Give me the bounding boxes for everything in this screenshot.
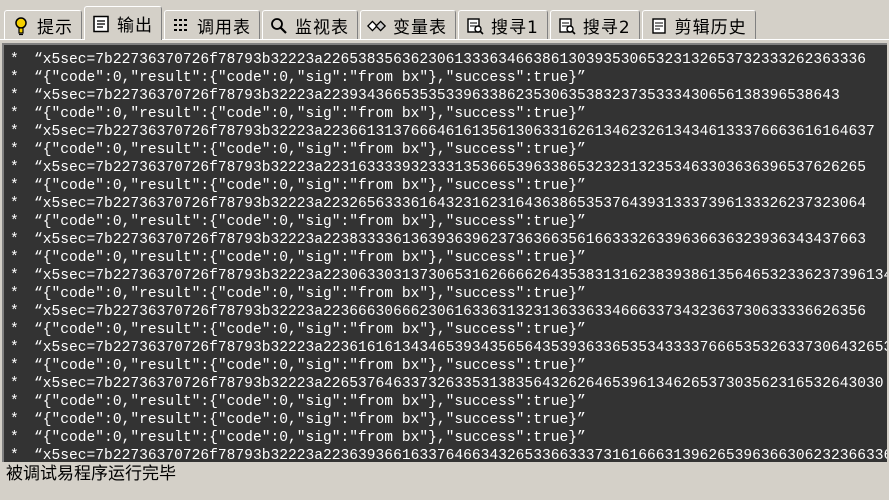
line-text: “{"code":0,"result":{"code":0,"sig":"fro… bbox=[34, 70, 586, 86]
tab-label: 搜寻2 bbox=[582, 18, 631, 38]
line-bullet: * bbox=[10, 448, 19, 462]
line-text: “x5sec=7b22736370726f78793b32223a2239343… bbox=[34, 88, 840, 104]
output-line: * “x5sec=7b22736370726f78793b32223a223616… bbox=[10, 339, 887, 357]
line-bullet: * bbox=[10, 52, 19, 68]
line-bullet: * bbox=[10, 412, 19, 428]
output-line: * “{"code":0,"result":{"code":0,"sig":"fr… bbox=[10, 105, 887, 123]
tab-bar: 提示 输出 调用表 监视表 变量表 搜寻1 搜寻2 剪辑历史 bbox=[0, 0, 889, 40]
variables-icon bbox=[367, 16, 387, 36]
line-text: “x5sec=7b22736370726f78793b32223a2230633… bbox=[34, 268, 887, 284]
tab-search1[interactable]: 搜寻1 bbox=[458, 10, 548, 40]
tab-label: 调用表 bbox=[197, 18, 251, 38]
tab-clipboard-history[interactable]: 剪辑历史 bbox=[641, 10, 756, 40]
output-line: * “x5sec=7b22736370726f78793b32223a223063… bbox=[10, 267, 887, 285]
output-line: * “x5sec=7b22736370726f78793b32223a226537… bbox=[10, 375, 887, 393]
line-bullet: * bbox=[10, 88, 19, 104]
status-text: 被调试易程序运行完毕 bbox=[6, 464, 176, 484]
call-table-icon bbox=[171, 16, 191, 36]
line-text: “x5sec=7b22736370726f78793b32223a2238333… bbox=[34, 232, 866, 248]
line-bullet: * bbox=[10, 322, 19, 338]
tab-label: 输出 bbox=[117, 16, 153, 36]
line-text: “x5sec=7b22736370726f78793b32223a2236161… bbox=[34, 340, 887, 356]
output-log: * “x5sec=7b22736370726f78793b32223a226538… bbox=[10, 51, 887, 462]
line-text: “{"code":0,"result":{"code":0,"sig":"fro… bbox=[34, 430, 586, 446]
line-bullet: * bbox=[10, 142, 19, 158]
output-line: * “x5sec=7b22736370726f78793b32223a223934… bbox=[10, 87, 887, 105]
tab-label: 监视表 bbox=[295, 18, 349, 38]
line-text: “x5sec=7b22736370726f78793b32223a2265376… bbox=[34, 376, 884, 392]
tab-label: 剪辑历史 bbox=[674, 18, 747, 38]
output-line: * “{"code":0,"result":{"code":0,"sig":"fr… bbox=[10, 177, 887, 195]
tab-search2[interactable]: 搜寻2 bbox=[549, 10, 640, 40]
output-line: * “{"code":0,"result":{"code":0,"sig":"fr… bbox=[10, 213, 887, 231]
output-line: * “{"code":0,"result":{"code":0,"sig":"fr… bbox=[10, 285, 887, 303]
output-line: * “{"code":0,"result":{"code":0,"sig":"fr… bbox=[10, 393, 887, 411]
line-text: “x5sec=7b22736370726f78793b32223a2265383… bbox=[34, 52, 866, 68]
output-line: * “{"code":0,"result":{"code":0,"sig":"fr… bbox=[10, 429, 887, 447]
search2-icon bbox=[557, 16, 577, 36]
line-bullet: * bbox=[10, 304, 19, 320]
line-bullet: * bbox=[10, 250, 19, 266]
output-line: * “{"code":0,"result":{"code":0,"sig":"fr… bbox=[10, 321, 887, 339]
line-bullet: * bbox=[10, 160, 19, 176]
line-bullet: * bbox=[10, 286, 19, 302]
output-line: * “x5sec=7b22736370726f78793b32223a223833… bbox=[10, 231, 887, 249]
hint-icon bbox=[11, 16, 31, 36]
line-bullet: * bbox=[10, 178, 19, 194]
line-bullet: * bbox=[10, 340, 19, 356]
output-line: * “x5sec=7b22736370726f78793b32223a223666… bbox=[10, 303, 887, 321]
line-text: “x5sec=7b22736370726f78793b32223a2231633… bbox=[34, 160, 866, 176]
line-bullet: * bbox=[10, 70, 19, 86]
tab-call-table[interactable]: 调用表 bbox=[164, 10, 260, 40]
line-text: “{"code":0,"result":{"code":0,"sig":"fro… bbox=[34, 412, 586, 428]
watch-icon bbox=[269, 16, 289, 36]
output-line: * “x5sec=7b22736370726f78793b32223a223661… bbox=[10, 123, 887, 141]
clipboard-history-icon bbox=[649, 16, 669, 36]
line-bullet: * bbox=[10, 196, 19, 212]
line-text: “{"code":0,"result":{"code":0,"sig":"fro… bbox=[34, 106, 586, 122]
line-text: “{"code":0,"result":{"code":0,"sig":"fro… bbox=[34, 286, 586, 302]
output-panel[interactable]: * “x5sec=7b22736370726f78793b32223a226538… bbox=[2, 43, 887, 462]
line-text: “{"code":0,"result":{"code":0,"sig":"fro… bbox=[34, 394, 586, 410]
line-text: “x5sec=7b22736370726f78793b32223a2236663… bbox=[34, 304, 866, 320]
line-bullet: * bbox=[10, 394, 19, 410]
line-bullet: * bbox=[10, 358, 19, 374]
line-text: “{"code":0,"result":{"code":0,"sig":"fro… bbox=[34, 142, 586, 158]
line-bullet: * bbox=[10, 376, 19, 392]
output-line: * “{"code":0,"result":{"code":0,"sig":"fr… bbox=[10, 141, 887, 159]
line-text: “x5sec=7b22736370726f78793b32223a2236393… bbox=[34, 448, 887, 462]
tab-label: 搜寻1 bbox=[491, 18, 539, 38]
tab-list: 提示 输出 调用表 监视表 变量表 搜寻1 搜寻2 剪辑历史 bbox=[4, 6, 758, 40]
output-line: * “x5sec=7b22736370726f78793b32223a223163… bbox=[10, 159, 887, 177]
line-text: “x5sec=7b22736370726f78793b32223a2236613… bbox=[34, 124, 875, 140]
line-text: “{"code":0,"result":{"code":0,"sig":"fro… bbox=[34, 178, 586, 194]
line-bullet: * bbox=[10, 124, 19, 140]
line-bullet: * bbox=[10, 214, 19, 230]
line-text: “{"code":0,"result":{"code":0,"sig":"fro… bbox=[34, 358, 586, 374]
line-bullet: * bbox=[10, 232, 19, 248]
tab-label: 提示 bbox=[37, 18, 73, 38]
output-line: * “x5sec=7b22736370726f78793b32223a226538… bbox=[10, 51, 887, 69]
output-line: * “{"code":0,"result":{"code":0,"sig":"fr… bbox=[10, 411, 887, 429]
line-bullet: * bbox=[10, 106, 19, 122]
output-icon bbox=[91, 14, 111, 34]
line-text: “x5sec=7b22736370726f78793b32223a2232656… bbox=[34, 196, 866, 212]
output-line: * “{"code":0,"result":{"code":0,"sig":"fr… bbox=[10, 249, 887, 267]
output-line: * “{"code":0,"result":{"code":0,"sig":"fr… bbox=[10, 69, 887, 87]
search1-icon bbox=[465, 16, 485, 36]
tab-watch[interactable]: 监视表 bbox=[262, 10, 358, 40]
line-text: “{"code":0,"result":{"code":0,"sig":"fro… bbox=[34, 214, 586, 230]
output-line: * “x5sec=7b22736370726f78793b32223a223265… bbox=[10, 195, 887, 213]
output-line: * “x5sec=7b22736370726f78793b32223a223639… bbox=[10, 447, 887, 462]
line-bullet: * bbox=[10, 430, 19, 446]
line-bullet: * bbox=[10, 268, 19, 284]
line-text: “{"code":0,"result":{"code":0,"sig":"fro… bbox=[34, 250, 586, 266]
tab-variables[interactable]: 变量表 bbox=[360, 10, 456, 40]
tab-hint[interactable]: 提示 bbox=[4, 10, 82, 40]
tab-label: 变量表 bbox=[393, 18, 447, 38]
tab-output[interactable]: 输出 bbox=[84, 6, 162, 40]
line-text: “{"code":0,"result":{"code":0,"sig":"fro… bbox=[34, 322, 586, 338]
output-line: * “{"code":0,"result":{"code":0,"sig":"fr… bbox=[10, 357, 887, 375]
